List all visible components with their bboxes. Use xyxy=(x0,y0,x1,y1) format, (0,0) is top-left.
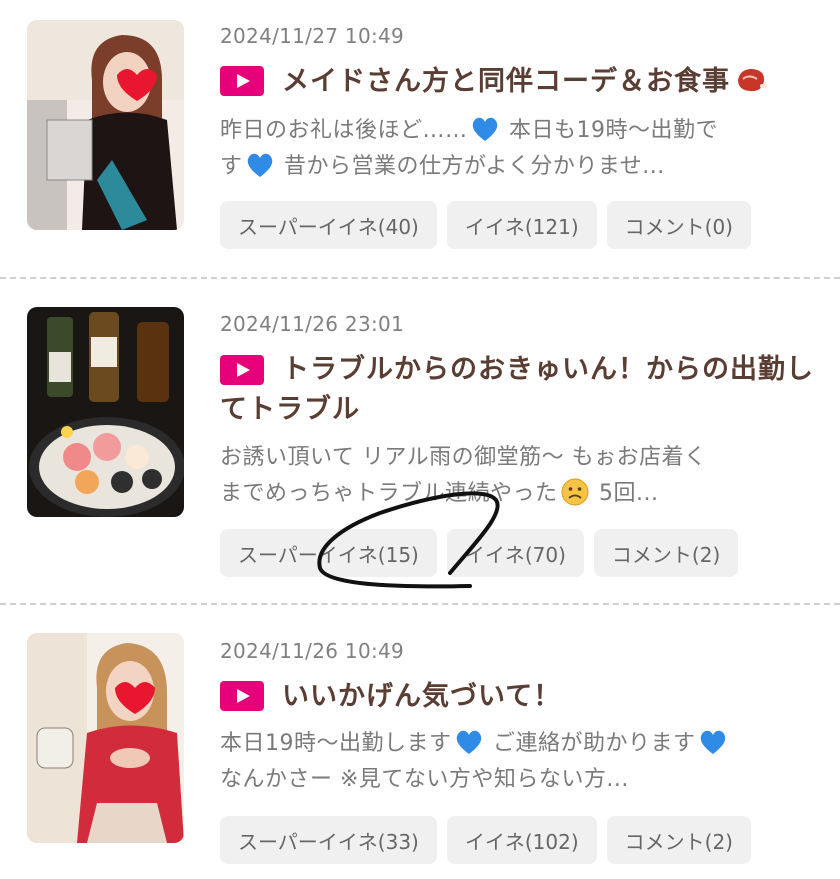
excerpt-text: ご連絡が助かります xyxy=(485,731,696,756)
post-thumbnail[interactable] xyxy=(27,633,184,843)
comment-button[interactable]: コメント(2) xyxy=(606,816,751,864)
blue-heart-icon xyxy=(700,730,725,754)
post-excerpt[interactable]: 本日19時〜出勤します ご連絡が助かります なんかさー ※見てない方や知らない方… xyxy=(220,726,810,798)
post-title[interactable]: いいかげん気づいて！ xyxy=(220,677,820,717)
like-button[interactable]: イイネ(102) xyxy=(446,816,597,864)
excerpt-text: なんかさー ※見てない方や知らない方... xyxy=(220,767,629,792)
play-icon xyxy=(220,681,264,711)
post-item-3[interactable]: 2024/11/26 10:49 いいかげん気づいて！ 本日19時〜出勤します … xyxy=(0,0,840,879)
post-actions: スーパーイイネ(33) イイネ(102) コメント(2) xyxy=(220,816,751,864)
post-date: 2024/11/26 10:49 xyxy=(220,639,405,663)
excerpt-text: 本日19時〜出勤します xyxy=(220,731,452,756)
blue-heart-icon xyxy=(456,730,481,754)
hand-drawn-scribble xyxy=(317,491,500,589)
super-like-button[interactable]: スーパーイイネ(33) xyxy=(220,816,437,864)
post-photo-image xyxy=(27,633,184,843)
post-title-row[interactable]: いいかげん気づいて！ xyxy=(220,677,820,717)
